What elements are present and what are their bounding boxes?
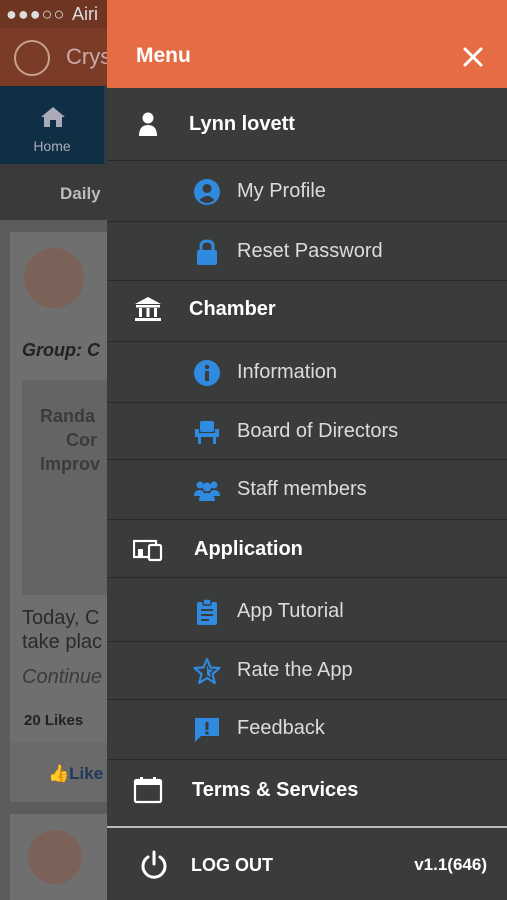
close-icon — [463, 47, 483, 67]
navigation-drawer: Menu Lynn lovett My Profile Reset Passwo… — [107, 0, 507, 900]
post-group-label: Group: C — [22, 340, 100, 360]
signal-dots-icon: ●●●○○ — [6, 4, 66, 24]
carrier-name: Airi — [72, 4, 98, 24]
drawer-header: Menu — [107, 0, 507, 88]
logout-button[interactable]: LOG OUT v1.1(646) — [107, 832, 507, 898]
divider — [107, 341, 507, 342]
lock-icon — [197, 239, 217, 265]
section-application[interactable]: Application — [107, 521, 507, 577]
group-icon — [194, 481, 220, 501]
star-icon — [193, 657, 221, 685]
close-button[interactable] — [455, 42, 491, 74]
tab-home[interactable]: Home — [0, 86, 104, 164]
avatar — [28, 830, 82, 884]
menu-item-staff-members[interactable]: Staff members — [107, 460, 507, 518]
like-button-label: Like — [69, 764, 104, 783]
like-button[interactable]: 👍Like — [48, 764, 103, 784]
post-text-line: take plac — [22, 631, 103, 653]
divider — [107, 519, 507, 520]
menu-item-app-tutorial[interactable]: App Tutorial — [107, 582, 507, 640]
feedback-icon — [195, 718, 219, 742]
menu-item-label: Rate the App — [237, 659, 353, 681]
user-name: Lynn lovett — [189, 113, 295, 135]
avatar — [24, 248, 84, 308]
section-chamber[interactable]: Chamber — [107, 281, 507, 337]
menu-item-label: Information — [237, 361, 338, 383]
divider — [107, 160, 507, 161]
user-row[interactable]: Lynn lovett — [107, 96, 507, 152]
post-image: Randa Cor Improv — [22, 380, 112, 595]
menu-item-label: Staff members — [237, 478, 367, 500]
user-icon — [139, 112, 157, 136]
menu-item-label: Feedback — [237, 717, 325, 739]
app-version: v1.1(646) — [414, 855, 487, 874]
section-application-label: Application — [194, 538, 303, 560]
menu-item-rate-the-app[interactable]: Rate the App — [107, 641, 507, 699]
menu-item-label: Reset Password — [237, 240, 383, 262]
tab-home-label: Home — [33, 138, 71, 154]
profile-icon — [194, 179, 220, 205]
post-image-line: Cor — [66, 430, 97, 450]
app-logo-icon — [14, 40, 50, 76]
power-icon — [141, 850, 167, 879]
menu-item-label: Board of Directors — [237, 420, 399, 442]
thumbs-up-icon: 👍 — [48, 764, 70, 783]
bank-icon — [135, 297, 161, 321]
section-chamber-label: Chamber — [189, 298, 276, 320]
menu-item-board-of-directors[interactable]: Board of Directors — [107, 402, 507, 460]
post-image-line: Randa — [40, 406, 96, 426]
menu-item-label: App Tutorial — [237, 600, 344, 622]
divider — [107, 759, 507, 760]
app-name: Crys — [66, 44, 112, 69]
drawer-title: Menu — [136, 44, 191, 67]
tab-daily[interactable]: Daily — [60, 184, 101, 204]
chair-icon — [195, 421, 219, 444]
continue-link[interactable]: Continue — [22, 666, 102, 689]
divider — [107, 577, 507, 578]
menu-item-feedback[interactable]: Feedback — [107, 699, 507, 757]
menu-item-my-profile[interactable]: My Profile — [107, 162, 507, 220]
post-text-line: Today, C — [22, 607, 100, 629]
info-icon — [194, 360, 220, 386]
clipboard-icon — [197, 598, 217, 625]
section-terms-label: Terms & Services — [192, 779, 359, 801]
section-terms-services[interactable]: Terms & Services — [107, 762, 507, 818]
menu-item-label: My Profile — [237, 180, 326, 202]
devices-icon — [133, 539, 163, 562]
logout-label: LOG OUT — [191, 855, 273, 875]
post-text: Today, C take plac — [22, 606, 102, 654]
home-icon — [41, 107, 65, 127]
divider — [107, 826, 507, 828]
menu-item-information[interactable]: Information — [107, 343, 507, 401]
calendar-icon — [133, 777, 163, 804]
likes-count: 20 Likes — [24, 712, 84, 729]
post-image-line: Improv — [40, 454, 101, 474]
menu-item-reset-password[interactable]: Reset Password — [107, 222, 507, 280]
